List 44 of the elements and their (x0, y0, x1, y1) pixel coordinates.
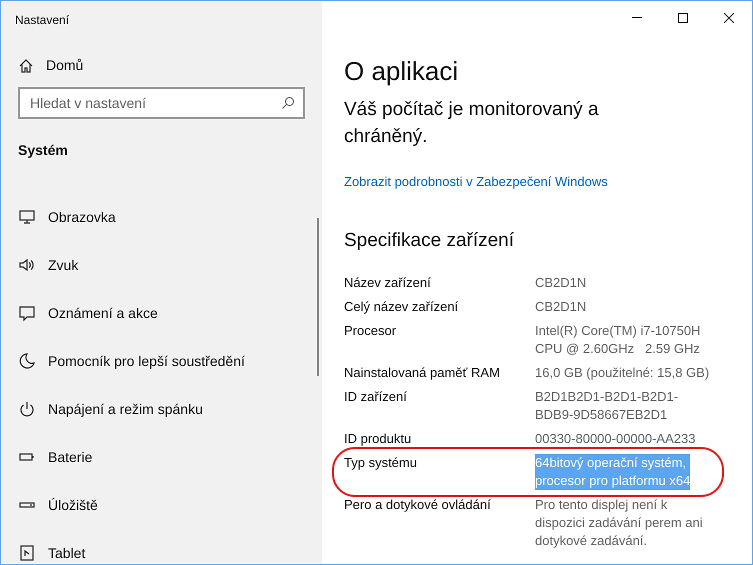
close-icon (724, 12, 734, 22)
spec-value: Intel(R) Core(TM) i7-10750H CPU @ 2.60GHz 2.59 GHz (535, 322, 700, 358)
search-icon (281, 96, 295, 110)
spec-value: 00330-80000-00000-AA233 (535, 430, 696, 448)
sidebar-item[interactable]: Úložiště (1, 481, 322, 529)
speaker-icon (18, 256, 36, 274)
minimize-icon (632, 17, 642, 18)
spec-label: Pero a dotykové ovládání (344, 496, 492, 514)
home-icon (18, 58, 34, 74)
maximize-icon (678, 12, 688, 22)
sidebar-item[interactable]: Tablet (1, 529, 322, 564)
power-icon (18, 400, 36, 418)
spec-label: Název zařízení (344, 274, 432, 292)
spec-label: Typ systému (344, 454, 418, 472)
spec-value: Pro tento displej není k dispozici zadávání perem ani dotykové zadávání. (535, 496, 703, 550)
sidebar-item[interactable]: Zvuk (1, 241, 322, 289)
spec-value: B2D1B2D1-B2D1-B2D1- BDB9-9D58667EB2D1 (535, 388, 678, 424)
protection-status: Váš počítač je monitorovaný a chráněný. (344, 98, 600, 149)
search-field[interactable]: Hledat v nastavení (18, 87, 305, 119)
sidebar-item[interactable]: Obrazovka (1, 193, 322, 241)
spec-label: ID produktu (344, 430, 412, 448)
spec-value: 16,0 GB (použitelné: 15,8 GB) (535, 364, 710, 382)
sidebar-item[interactable]: Pomocník pro lepší soustředění (1, 337, 322, 385)
sidebar-item[interactable]: Baterie (1, 433, 322, 481)
spec-value: CB2D1N (535, 298, 586, 316)
monitor-icon (18, 208, 36, 226)
tablet-icon (18, 544, 36, 562)
section-heading: Systém (18, 141, 69, 160)
spec-label: ID zařízení (344, 388, 408, 406)
spec-label: Procesor (344, 322, 398, 340)
window-title: Nastavení (14, 12, 70, 29)
spec-label: Celý název zařízení (344, 298, 460, 316)
page-title: O aplikaci (344, 55, 460, 87)
security-link[interactable]: Zobrazit podrobnosti v Zabezpečení Windows (344, 172, 608, 192)
moon-icon (18, 352, 36, 370)
section-heading: Specifikace zařízení (344, 228, 516, 252)
message-icon (18, 304, 36, 322)
spec-value: CB2D1N (535, 274, 586, 292)
scrollbar-thumb[interactable] (317, 218, 319, 376)
spec-label: Nainstalovaná paměť RAM (344, 364, 501, 382)
sidebar-item[interactable]: Oznámení a akce (1, 289, 322, 337)
spec-value: 64bitový operační systém, procesor pro platformu x64 (535, 454, 690, 490)
sidebar-item[interactable]: Napájení a režim spánku (1, 385, 322, 433)
home-link[interactable]: Domů (18, 55, 84, 76)
